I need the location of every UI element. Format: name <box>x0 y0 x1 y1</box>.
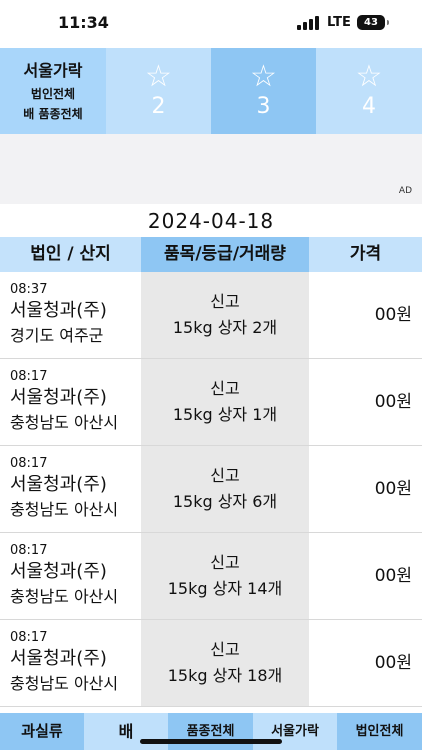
home-indicator[interactable] <box>140 739 282 744</box>
row-grade: 신고 <box>210 640 240 659</box>
star-icon: ☆ <box>145 59 172 94</box>
corp-cell: 08:17 서울청과(주) 충청남도 아산시 <box>0 620 141 706</box>
column-header-corp: 법인 / 산지 <box>30 244 111 264</box>
row-corp: 서울청과(주) <box>10 561 107 582</box>
row-corp: 서울청과(주) <box>10 387 107 408</box>
row-price: 00원 <box>374 305 412 325</box>
item-cell: 신고 15kg 상자 2개 <box>141 272 309 358</box>
row-corp: 서울청과(주) <box>10 474 107 495</box>
row-grade: 신고 <box>210 553 240 572</box>
market-name: 서울가락 <box>23 61 83 80</box>
network-label: LTE <box>327 15 351 30</box>
item-cell: 신고 15kg 상자 6개 <box>141 446 309 532</box>
star-icon: ☆ <box>355 59 383 94</box>
corporation-label: 법인전체 <box>30 87 76 101</box>
row-corp: 서울청과(주) <box>10 300 107 321</box>
row-grade: 신고 <box>210 292 240 311</box>
battery-icon: 43 <box>357 15 389 30</box>
status-time: 11:34 <box>58 13 109 32</box>
table-header: 법인 / 산지 품목/등급/거래량 가격 <box>0 237 422 272</box>
column-header-item: 품목/등급/거래량 <box>141 237 309 272</box>
row-corp: 서울청과(주) <box>10 648 107 669</box>
header: 서울가락 법인전체 배 품종전체 ☆ 2 ☆ 3 ☆ 4 <box>0 48 422 134</box>
row-price: 00원 <box>374 479 412 499</box>
row-origin: 충청남도 아산시 <box>10 587 119 606</box>
rating-tab-label: 2 <box>151 94 166 119</box>
row-price: 00원 <box>374 566 412 586</box>
item-cell: 신고 15kg 상자 1개 <box>141 359 309 445</box>
rating-tab-label: 3 <box>256 94 271 119</box>
table-row[interactable]: 08:37 서울청과(주) 경기도 여주군 신고 15kg 상자 2개 00원 <box>0 272 422 359</box>
corp-cell: 08:17 서울청과(주) 충청남도 아산시 <box>0 446 141 532</box>
table-row[interactable]: 08:17 서울청과(주) 충청남도 아산시 신고 15kg 상자 1개 00원 <box>0 359 422 446</box>
rating-tab-4[interactable]: ☆ 4 <box>316 48 422 134</box>
variety-button[interactable]: 품종전체 <box>168 713 253 750</box>
row-time: 08:17 <box>10 456 48 471</box>
item-button[interactable]: 배 <box>84 713 168 750</box>
corporation-button[interactable]: 법인전체 <box>337 713 422 750</box>
item-variety-label: 배 품종전체 <box>23 107 83 121</box>
market-button[interactable]: 서울가락 <box>253 713 337 750</box>
status-bar: 11:34 LTE 43 <box>0 0 422 48</box>
row-volume: 15kg 상자 1개 <box>172 405 278 424</box>
rating-tab-label: 4 <box>362 94 376 119</box>
row-time: 08:17 <box>10 543 48 558</box>
row-time: 08:17 <box>10 630 48 645</box>
row-grade: 신고 <box>210 466 240 485</box>
category-button[interactable]: 과실류 <box>0 713 84 750</box>
row-origin: 충청남도 아산시 <box>10 500 119 519</box>
corp-cell: 08:17 서울청과(주) 충청남도 아산시 <box>0 359 141 445</box>
table-row[interactable]: 08:17 서울청과(주) 충청남도 아산시 신고 15kg 상자 6개 00원 <box>0 446 422 533</box>
row-price: 00원 <box>374 392 412 412</box>
ad-banner[interactable]: AD <box>0 134 422 204</box>
item-cell: 신고 15kg 상자 18개 <box>141 620 309 706</box>
trade-date[interactable]: 2024-04-18 <box>0 206 422 236</box>
ad-label: AD <box>398 186 412 196</box>
row-origin: 충청남도 아산시 <box>10 413 119 432</box>
row-price: 00원 <box>374 653 412 673</box>
column-header-price: 가격 <box>349 244 382 264</box>
market-selector[interactable]: 서울가락 법인전체 배 품종전체 <box>0 48 106 134</box>
table-row[interactable]: 08:17 서울청과(주) 충청남도 아산시 신고 15kg 상자 14개 00… <box>0 533 422 620</box>
row-volume: 15kg 상자 14개 <box>167 579 283 598</box>
table-row[interactable]: 08:17 서울청과(주) 충청남도 아산시 신고 15kg 상자 18개 00… <box>0 620 422 707</box>
row-time: 08:37 <box>10 282 48 297</box>
auction-list[interactable]: 08:37 서울청과(주) 경기도 여주군 신고 15kg 상자 2개 00원 … <box>0 272 422 712</box>
row-time: 08:17 <box>10 369 48 384</box>
row-volume: 15kg 상자 2개 <box>172 318 278 337</box>
rating-tab-3[interactable]: ☆ 3 <box>211 48 316 134</box>
corp-cell: 08:37 서울청과(주) 경기도 여주군 <box>0 272 141 358</box>
row-origin: 충청남도 아산시 <box>10 674 119 693</box>
item-cell: 신고 15kg 상자 14개 <box>141 533 309 619</box>
row-volume: 15kg 상자 6개 <box>172 492 278 511</box>
star-icon: ☆ <box>250 59 277 94</box>
signal-icon <box>297 16 321 30</box>
row-grade: 신고 <box>210 379 240 398</box>
rating-tab-2[interactable]: ☆ 2 <box>106 48 211 134</box>
bottom-filter-bar: 과실류 배 품종전체 서울가락 법인전체 <box>0 713 422 750</box>
corp-cell: 08:17 서울청과(주) 충청남도 아산시 <box>0 533 141 619</box>
row-origin: 경기도 여주군 <box>10 326 104 345</box>
row-volume: 15kg 상자 18개 <box>167 666 283 685</box>
